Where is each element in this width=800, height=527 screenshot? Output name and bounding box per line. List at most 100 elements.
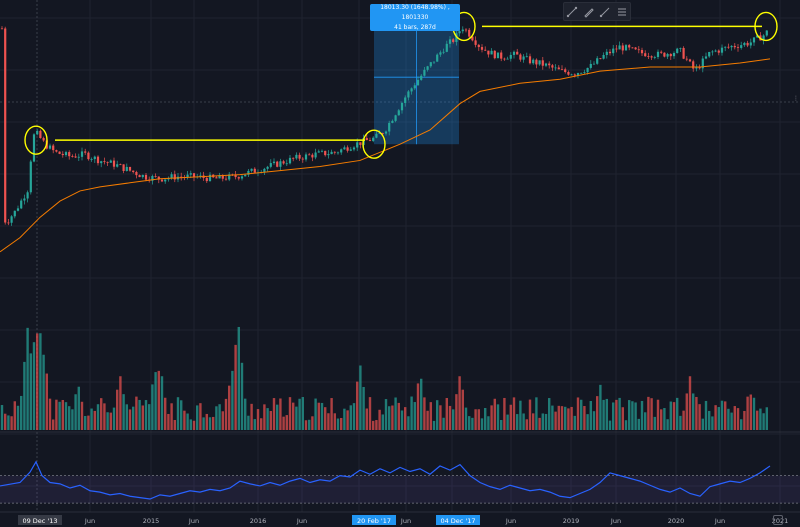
- volume-bar: [39, 333, 42, 430]
- volume-bar: [736, 408, 740, 430]
- volume-bar: [64, 402, 68, 430]
- volume-bar: [560, 406, 564, 430]
- candle: [173, 170, 176, 183]
- volume-bar: [183, 410, 186, 430]
- candle: [285, 159, 288, 166]
- candle: [314, 148, 317, 160]
- candle: [196, 173, 199, 179]
- volume-bar: [554, 411, 557, 430]
- volume-bar: [679, 415, 682, 430]
- volume-bar: [372, 420, 375, 430]
- volume-bar: [608, 420, 612, 430]
- price-chart[interactable]: 09 Dec '13Jun2015Jun2016Jun2020 Feb '17J…: [0, 0, 800, 527]
- candle: [656, 49, 660, 60]
- volume-bar: [698, 404, 701, 430]
- volume-bar: [464, 407, 468, 430]
- candle: [733, 43, 736, 50]
- volume-bar: [685, 393, 688, 430]
- trend-line-icon[interactable]: [565, 5, 579, 19]
- volume-bar: [663, 408, 666, 430]
- volume-bar: [304, 420, 308, 430]
- more-tools-icon[interactable]: [615, 5, 629, 19]
- volume-bar: [176, 397, 180, 430]
- candle: [125, 163, 128, 172]
- volume-bar: [340, 418, 343, 430]
- time-axis[interactable]: 09 Dec '13Jun2015Jun2016Jun2020 Feb '17J…: [18, 515, 788, 525]
- volume-bar: [84, 415, 87, 430]
- volume-bar: [701, 418, 704, 430]
- candle: [279, 158, 282, 171]
- volume-bar: [672, 402, 676, 430]
- candle: [80, 147, 84, 161]
- candle: [704, 52, 708, 60]
- volume-bar: [442, 417, 445, 430]
- volume-bar: [192, 420, 196, 430]
- candle: [544, 62, 548, 68]
- price-scale-handle-icon[interactable]: ⋮: [792, 95, 800, 103]
- volume-bar: [352, 403, 356, 430]
- volume-bar: [61, 399, 64, 430]
- candle: [509, 52, 512, 62]
- volume-bar: [20, 395, 23, 430]
- candle: [247, 169, 250, 178]
- volume-bar: [346, 410, 349, 430]
- rsi-pane: [0, 460, 800, 504]
- volume-bar: [618, 397, 621, 430]
- volume-bar: [388, 406, 391, 430]
- volume-bar: [311, 416, 314, 430]
- volume-bar: [436, 400, 439, 430]
- volume-bar: [231, 370, 234, 430]
- volume-bar: [400, 410, 404, 430]
- volume-bar: [359, 365, 362, 430]
- volume-bar: [580, 399, 583, 430]
- candle: [87, 151, 90, 161]
- candle: [688, 58, 692, 63]
- volume-bar: [468, 416, 471, 430]
- volume-bar: [644, 412, 647, 430]
- candle: [500, 50, 503, 62]
- volume-bar: [743, 410, 746, 430]
- drawing-toolbar: [563, 2, 631, 21]
- ray-icon[interactable]: [598, 5, 612, 19]
- candle: [119, 163, 122, 166]
- volume-bar: [576, 397, 580, 430]
- candle: [340, 148, 343, 155]
- volume-bar: [202, 417, 205, 430]
- volume-bar: [282, 416, 285, 430]
- volume-bar: [71, 409, 74, 430]
- volume-bar: [500, 420, 503, 430]
- candle: [749, 38, 752, 49]
- chart-settings-icon[interactable]: [773, 515, 783, 525]
- volume-bar: [4, 413, 7, 430]
- candle: [4, 26, 7, 225]
- volume-bar: [727, 408, 730, 430]
- candle: [58, 151, 61, 155]
- volume-bar: [647, 396, 650, 430]
- brush-icon[interactable]: [582, 5, 596, 19]
- volume-bar: [496, 404, 500, 430]
- candle: [52, 143, 55, 154]
- candle: [599, 57, 602, 60]
- volume-bar: [637, 418, 640, 430]
- volume-bar: [740, 419, 743, 430]
- volume-bar: [410, 396, 413, 430]
- volume-bar: [32, 342, 36, 430]
- volume-bar: [272, 398, 276, 430]
- volume-bar: [548, 398, 551, 430]
- volume-bar: [490, 405, 493, 430]
- candle: [644, 50, 647, 57]
- volume-bar: [557, 405, 560, 430]
- candle: [269, 159, 272, 169]
- volume-bar: [516, 414, 519, 430]
- volume-bar: [711, 416, 714, 430]
- volume-bar: [167, 413, 170, 430]
- volume-bar: [135, 396, 138, 430]
- candle: [736, 44, 740, 52]
- candle: [205, 176, 208, 183]
- candle: [589, 60, 592, 70]
- candle: [228, 171, 231, 182]
- volume-bar: [45, 373, 48, 430]
- volume-bar: [10, 416, 13, 430]
- candle: [669, 53, 672, 61]
- candle: [346, 145, 349, 153]
